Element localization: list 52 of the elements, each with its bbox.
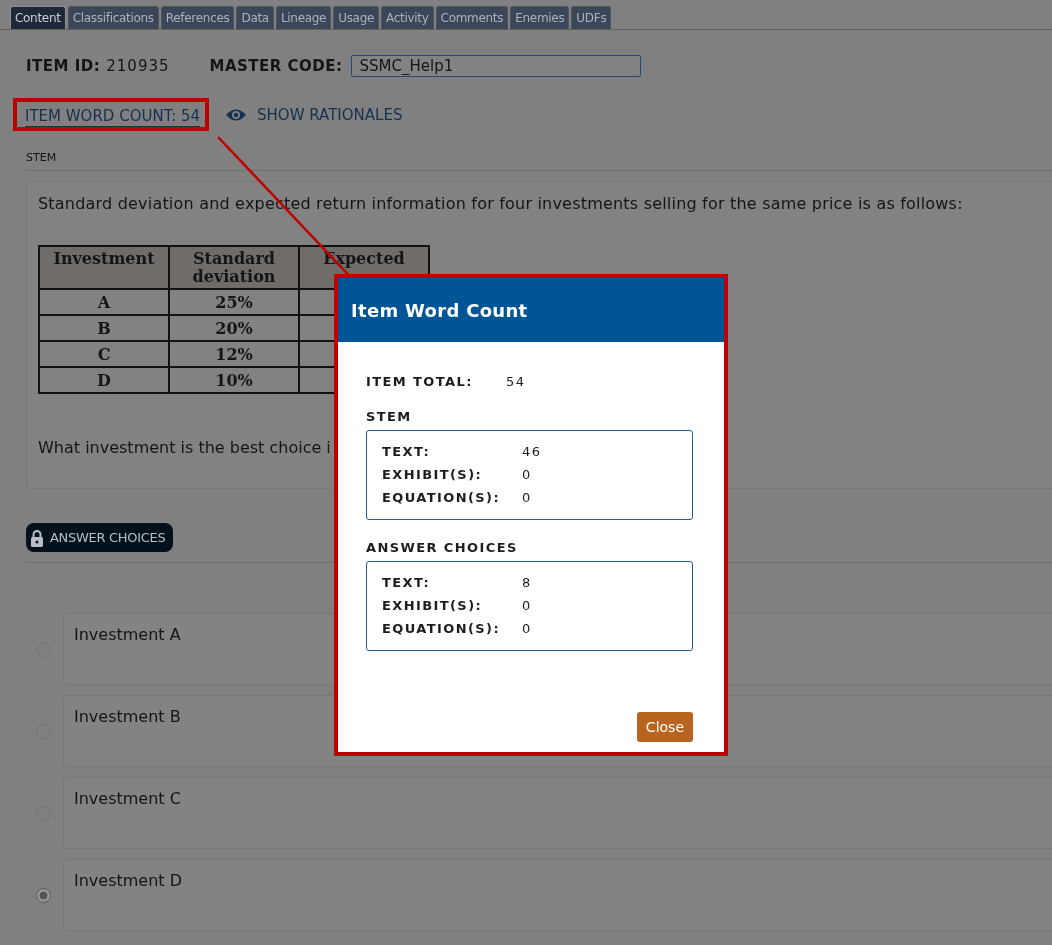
table-cell: 10% [169, 367, 299, 393]
section-title: ANSWER CHOICES [366, 540, 519, 555]
count-value: 0 [522, 467, 532, 484]
count-label: EQUATION(S): [382, 490, 502, 507]
column-header: Standard deviation [169, 246, 299, 289]
radio-button[interactable] [36, 887, 51, 903]
tab[interactable]: Classifications [67, 6, 159, 29]
tab[interactable]: Lineage [275, 6, 332, 29]
count-label: TEXT: [382, 575, 432, 592]
tab[interactable]: Comments [435, 6, 509, 29]
count-label: TEXT: [382, 444, 432, 461]
table-cell: D [39, 367, 169, 393]
count-value: 0 [522, 598, 532, 615]
table-cell: B [39, 315, 169, 341]
field-label: ITEM ID: [26, 57, 101, 75]
table-cell: 20% [169, 315, 299, 341]
section-label: STEM [26, 151, 1052, 171]
table-cell: 25% [169, 289, 299, 315]
field-label: MASTER CODE: [209, 57, 343, 75]
eye-icon [225, 107, 248, 122]
answer-choice[interactable]: Investment D [63, 859, 1052, 931]
count-value: 54 [506, 374, 526, 389]
table-cell: 12% [169, 341, 299, 367]
tab[interactable]: Activity [381, 6, 434, 29]
tab[interactable]: References [160, 6, 235, 29]
tab[interactable]: UDFs [571, 6, 612, 29]
tab[interactable]: Data [236, 6, 274, 29]
answer-choices-button[interactable]: ANSWER CHOICES [26, 523, 174, 552]
answer-choice[interactable]: Investment C [63, 777, 1052, 849]
lock-icon [30, 528, 44, 547]
word-count-link[interactable]: ITEM WORD COUNT: 54 [25, 107, 201, 127]
count-value: 8 [522, 575, 532, 592]
count-label: EQUATION(S): [382, 621, 502, 638]
column-header: Investment [39, 246, 169, 289]
item-id-value: 210935 [106, 57, 170, 75]
close-button[interactable]: Close [636, 712, 693, 742]
count-value: 46 [522, 444, 542, 461]
count-value: 0 [522, 621, 532, 638]
count-label: EXHIBIT(S): [382, 467, 484, 484]
show-rationales-link[interactable]: SHOW RATIONALES [257, 105, 403, 124]
tab[interactable]: Enemies [510, 6, 570, 29]
tab[interactable]: Usage [333, 6, 380, 29]
table-cell: A [39, 289, 169, 315]
count-value: 0 [522, 490, 532, 507]
master-code-field[interactable]: SSMC_Help1 [350, 55, 641, 77]
question-text: What investment is the best choice i [38, 438, 331, 457]
section-title: STEM [366, 409, 413, 424]
count-label: ITEM TOTAL: [366, 374, 474, 389]
tab[interactable]: Content [10, 6, 66, 29]
dialog-title: Item Word Count [351, 299, 528, 321]
table-cell: C [39, 341, 169, 367]
count-label: EXHIBIT(S): [382, 598, 484, 615]
